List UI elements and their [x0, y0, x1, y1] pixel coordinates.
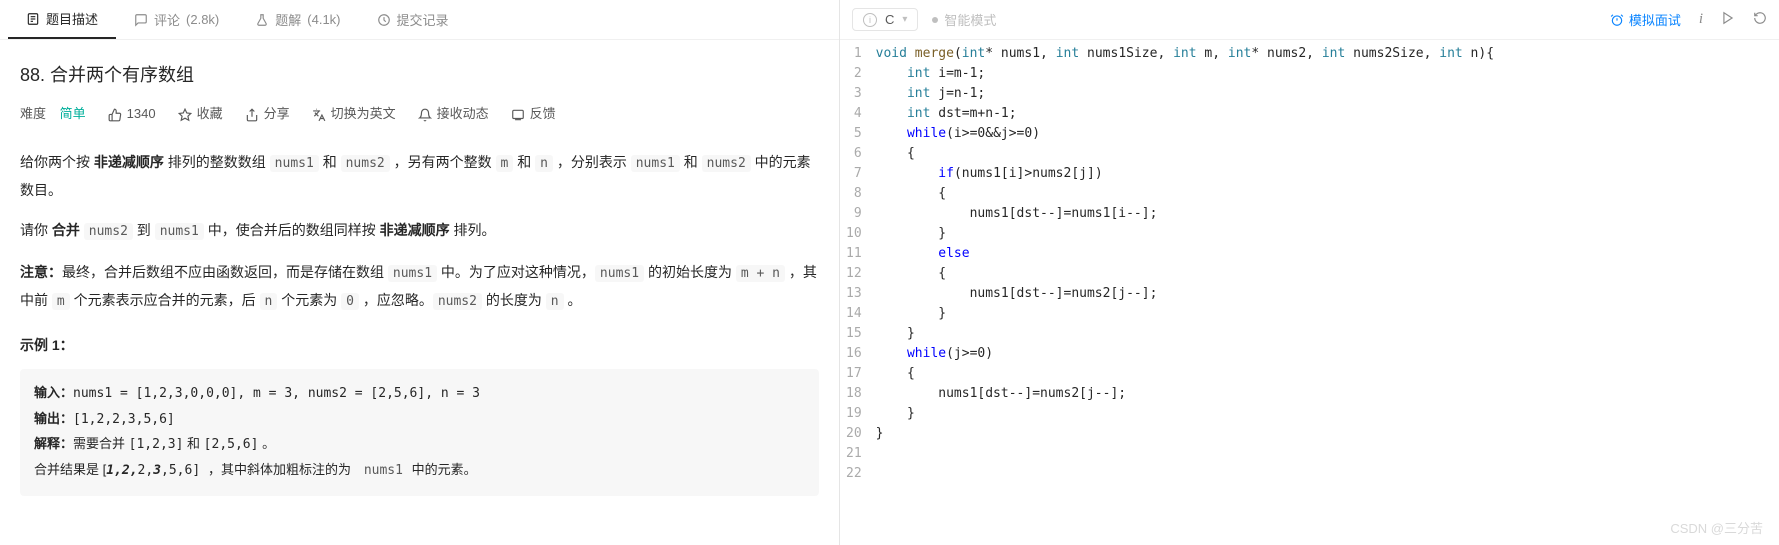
- share-icon: [245, 108, 259, 122]
- problem-title: 88. 合并两个有序数组: [20, 58, 819, 92]
- tab-label: 题解: [275, 10, 301, 29]
- code-panel: i C ▾ 智能模式 模拟面试 i 1234567891011121314151…: [840, 0, 1779, 545]
- share-button[interactable]: 分享: [245, 102, 290, 127]
- tab-count: (4.1k): [307, 12, 340, 27]
- problem-content: 88. 合并两个有序数组 难度 简单 1340 收藏 分享 切换为英文: [0, 40, 839, 514]
- code-editor[interactable]: 12345678910111213141516171819202122 void…: [840, 40, 1779, 545]
- feedback-icon: [511, 108, 525, 122]
- favorite-button[interactable]: 收藏: [178, 102, 223, 127]
- problem-meta: 难度 简单 1340 收藏 分享 切换为英文 接收动态: [20, 102, 819, 127]
- example-heading: 示例 1：: [20, 332, 819, 359]
- tab-label: 评论: [154, 10, 180, 29]
- alarm-icon: [1610, 13, 1624, 27]
- tab-comments[interactable]: 评论 (2.8k): [116, 0, 237, 39]
- thumbs-up-icon: [108, 108, 122, 122]
- feedback-button[interactable]: 反馈: [511, 102, 556, 127]
- tab-label: 提交记录: [397, 10, 449, 29]
- like-button[interactable]: 1340: [108, 102, 156, 127]
- watermark: CSDN @三分苦: [1670, 518, 1763, 537]
- bell-icon: [418, 108, 432, 122]
- example-box: 输入：nums1 = [1,2,3,0,0,0], m = 3, nums2 =…: [20, 369, 819, 496]
- line-gutter: 12345678910111213141516171819202122: [840, 40, 876, 545]
- description-p3: 注意：最终，合并后数组不应由函数返回，而是存储在数组 nums1 中。为了应对这…: [20, 259, 819, 314]
- translate-icon: [312, 108, 326, 122]
- language-select[interactable]: i C ▾: [852, 8, 918, 31]
- star-icon: [178, 108, 192, 122]
- comment-icon: [134, 13, 148, 27]
- code-toolbar: i C ▾ 智能模式 模拟面试 i: [840, 0, 1779, 40]
- description-icon: [26, 12, 40, 26]
- info-button[interactable]: i: [1699, 11, 1703, 28]
- description-p1: 给你两个按 非递减顺序 排列的整数数组 nums1 和 nums2 ，另有两个整…: [20, 149, 819, 203]
- tab-label: 题目描述: [46, 9, 98, 28]
- tab-count: (2.8k): [186, 12, 219, 27]
- tab-solutions[interactable]: 题解 (4.1k): [237, 0, 358, 39]
- mock-interview-button[interactable]: 模拟面试: [1610, 10, 1681, 29]
- difficulty: 难度 简单: [20, 102, 86, 127]
- problem-tabs: 题目描述 评论 (2.8k) 题解 (4.1k) 提交记录: [0, 0, 839, 40]
- smart-mode-toggle[interactable]: 智能模式: [932, 10, 996, 29]
- flask-icon: [255, 13, 269, 27]
- dot-icon: [932, 17, 938, 23]
- description-p2: 请你 合并 nums2 到 nums1 中，使合并后的数组同样按 非递减顺序 排…: [20, 217, 819, 245]
- tab-description[interactable]: 题目描述: [8, 0, 116, 39]
- chevron-down-icon: ▾: [902, 14, 907, 25]
- info-icon: i: [863, 13, 877, 27]
- tab-submissions[interactable]: 提交记录: [359, 0, 467, 39]
- run-button[interactable]: [1721, 11, 1735, 28]
- switch-language-button[interactable]: 切换为英文: [312, 102, 396, 127]
- code-body[interactable]: void merge(int* nums1, int nums1Size, in…: [876, 40, 1779, 545]
- reset-button[interactable]: [1753, 11, 1767, 28]
- history-icon: [377, 13, 391, 27]
- subscribe-button[interactable]: 接收动态: [418, 102, 489, 127]
- problem-panel: 题目描述 评论 (2.8k) 题解 (4.1k) 提交记录 88. 合并两个有序…: [0, 0, 840, 545]
